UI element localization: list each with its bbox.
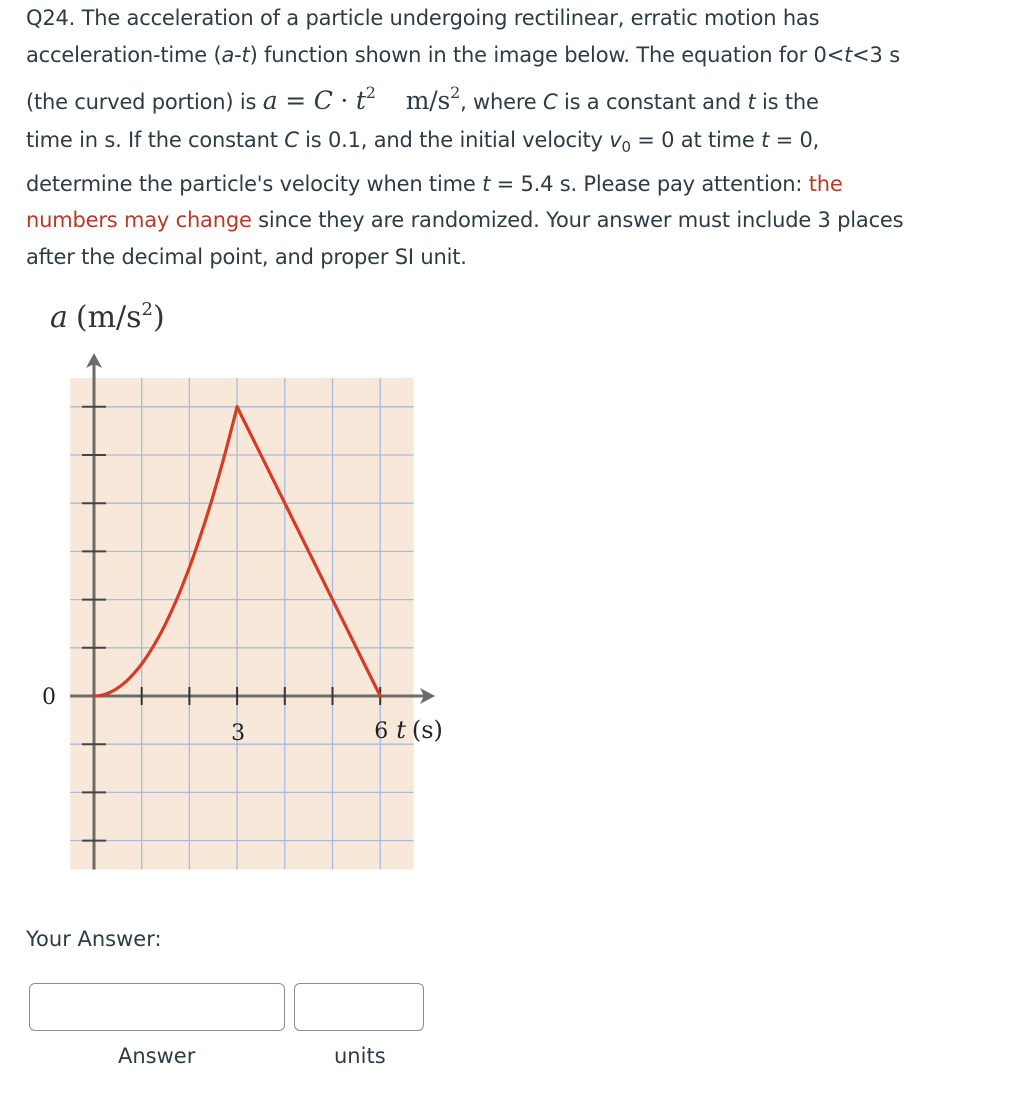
question-text-span: ) function shown in the image below. The…: [249, 42, 845, 67]
question-text-span: determine the particle's velocity when t…: [26, 171, 483, 196]
question-text-span: , where: [460, 90, 544, 114]
eq-exponent: 2: [365, 83, 376, 102]
var-C: C: [284, 128, 299, 152]
question-text: Q24. The acceleration of a particle unde…: [26, 0, 986, 275]
question-line-2: acceleration-time (a-t) function shown i…: [26, 37, 986, 74]
question-text-span: = 0 at time: [630, 128, 762, 152]
question-text-span: time in s. If the constant: [26, 128, 285, 152]
y-zero-label: 0: [42, 685, 56, 710]
question-line-7: after the decimal point, and proper SI u…: [26, 239, 986, 276]
acceleration-time-chart: a (m/s2) 0 3 6 t (s): [42, 299, 443, 870]
equation: a = C · t2 m/s2: [262, 83, 461, 115]
y-axis-label: a (m/s2): [50, 299, 165, 335]
grid-background: [70, 377, 414, 870]
var-t: t: [482, 171, 491, 196]
var-t: t: [241, 42, 250, 67]
question-text-span: (the curved portion) is: [26, 90, 263, 114]
eq-var-t: t: [355, 86, 366, 115]
question-text-span: = 5.4 s. Please pay attention:: [490, 171, 809, 196]
question-line-5: determine the particle's velocity when t…: [26, 166, 986, 203]
question-text-span: = 0,: [769, 128, 820, 152]
eq-var-C: C: [313, 86, 333, 115]
units-input[interactable]: [294, 983, 424, 1031]
chart-grid-background: [70, 377, 414, 870]
x-tick-label-6: 6: [374, 719, 388, 744]
answer-input[interactable]: [29, 983, 285, 1031]
var-a: a: [221, 42, 235, 67]
warning-text: numbers may change: [26, 208, 252, 232]
eq-equals: =: [277, 86, 314, 115]
question-number: Q24.: [26, 6, 76, 30]
y-axis-label-unit: (m/s: [76, 300, 142, 335]
warning-text: the: [808, 171, 843, 196]
var-t: t: [761, 128, 770, 152]
question-text-span: is 0.1, and the initial velocity: [298, 128, 610, 152]
question-text-span: after the decimal point, and proper SI u…: [26, 244, 467, 269]
x-axis-label-var: t: [396, 716, 406, 744]
x-axis-label-unit: (s): [412, 716, 443, 744]
question-text-span: -: [234, 42, 242, 67]
var-v-subscript: 0: [621, 138, 631, 156]
eq-unit: m/s: [405, 86, 451, 115]
question-text-span: is the: [755, 90, 819, 114]
y-axis-label-var: a: [50, 300, 68, 335]
question-line-3: (the curved portion) is a = C · t2 m/s2, …: [26, 73, 986, 122]
eq-dot: ·: [332, 86, 356, 115]
question-text-span: The acceleration of a particle undergoin…: [75, 6, 820, 30]
var-C: C: [543, 90, 558, 114]
var-t: t: [844, 42, 853, 67]
eq-unit-exponent: 2: [450, 83, 461, 102]
answer-caption: Answer: [118, 1044, 196, 1068]
question-line-6: numbers may change since they are random…: [26, 202, 986, 239]
your-answer-heading: Your Answer:: [26, 927, 162, 951]
y-axis-label-exponent: 2: [142, 299, 153, 320]
question-text-span: since they are randomized. Your answer m…: [251, 208, 904, 232]
var-v: v: [609, 128, 622, 152]
question-line-1: Q24. The acceleration of a particle unde…: [26, 0, 986, 37]
y-axis-label-close: ): [153, 300, 165, 335]
var-t: t: [747, 90, 756, 114]
eq-var-a: a: [262, 86, 278, 115]
units-caption: units: [334, 1044, 386, 1068]
question-text-span: is a constant and: [557, 90, 748, 114]
question-text-span: acceleration-time (: [26, 42, 222, 67]
x-tick-label-3: 3: [231, 721, 245, 746]
x-axis-label: t (s): [396, 716, 443, 744]
question-text-span: <3 s: [852, 42, 900, 67]
question-line-4: time in s. If the constant C is 0.1, and…: [26, 122, 986, 166]
